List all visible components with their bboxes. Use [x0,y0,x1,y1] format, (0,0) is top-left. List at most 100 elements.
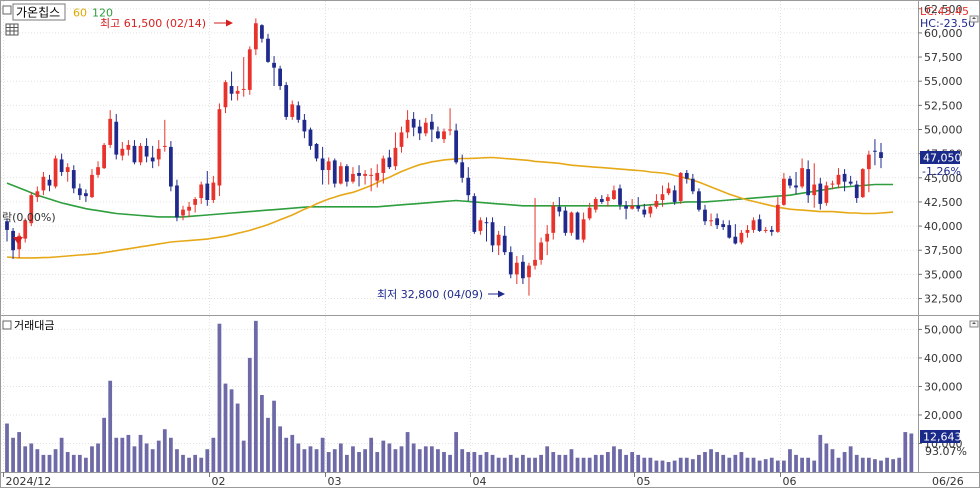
candle-body [533,259,537,266]
volume-bar [745,457,750,472]
volume-bar [721,454,726,472]
volume-bar [903,432,908,472]
candle-body [879,152,883,158]
volume-bar [775,460,780,472]
candle-body [697,191,701,210]
volume-bar [132,446,137,472]
volume-bar [836,457,841,472]
candle-body [466,177,471,196]
candle-body [757,219,762,231]
date-tick-label: 04 [473,475,487,488]
candle-body [660,194,665,200]
volume-bar [260,395,264,472]
volume-bar [563,454,568,472]
candle-body [65,167,70,172]
candle-body [836,174,841,185]
square-menu-icon[interactable] [2,5,12,15]
candle-body [496,234,501,246]
candle-body [260,25,264,39]
candle-body [59,159,64,172]
volume-bar [496,457,501,472]
volume-bar [769,457,774,472]
candle-body [53,158,58,187]
volume-scroll-handle-icon[interactable] [969,320,979,328]
date-axis-ticks: 2024/12 02 03 04 05 06 06/26 [3,472,964,488]
candle-body [472,196,477,232]
volume-bar [472,452,477,472]
volume-bar [660,460,665,472]
candle-body [405,119,410,133]
volume-bar [102,417,106,472]
candle-body [551,205,556,233]
low-annotation: 최저 32,800 (04/09) [377,288,483,301]
volume-bar [557,454,562,472]
candle-body [703,209,707,222]
volume-bar [23,446,28,472]
volume-bar [818,434,823,472]
volume-bar [866,457,871,472]
ma60-line [6,156,894,259]
candle-body [624,205,628,209]
ma120-line [6,182,894,218]
volume-bar [709,449,713,472]
volume-bar [399,446,404,472]
candle-body [132,145,137,163]
volume-bar [193,454,198,472]
candle-body [175,185,179,218]
volume-bar [860,457,865,472]
candle-body [563,210,568,233]
candle-body [448,129,452,131]
candle-body [205,183,210,200]
volume-bar [648,457,653,472]
volume-bar [727,457,732,472]
candle-body [769,229,774,232]
candle-body [775,204,780,232]
volume-bar [345,454,349,472]
volume-tick-label: 30,000 [924,380,963,393]
volume-menu-icon[interactable] [2,320,12,330]
candle-body [575,212,580,240]
volume-bar [253,320,258,472]
candle-body [308,129,313,146]
volume-bar [205,449,210,472]
candle-body [193,199,198,205]
volume-bar [326,452,331,472]
volume-bar [539,454,543,472]
volume-bar [854,454,859,472]
table-grid-icon[interactable] [5,23,19,36]
volume-bar [460,449,465,472]
stock-chart-window: 62,50060,00057,50055,00052,50050,00047,5… [0,0,980,489]
candle-body [278,68,283,87]
candle-body [11,230,15,251]
volume-bar [514,457,519,472]
candle-body [411,118,416,128]
candle-body [860,169,865,198]
candle-body [721,224,726,228]
volume-bar [448,454,452,472]
price-tick-label: 42,500 [924,196,963,209]
candle-body [782,178,786,205]
volume-bar [308,446,313,472]
volume-bar [217,323,222,472]
price-scroll-handle-icon[interactable] [969,15,979,23]
volume-bar [618,449,622,472]
volume-bar [126,434,131,472]
volume-bar [812,460,817,472]
candle-body [156,148,161,160]
volume-tick-label: 40,000 [924,352,963,365]
volume-bar [782,460,786,472]
date-tick-label: 03 [328,475,342,488]
volume-bar [678,457,683,472]
candle-body [162,145,167,147]
volume-bar [17,432,22,472]
candle-body [266,38,270,62]
high-annotation: 최고 61,500 (02/14) [100,17,206,30]
candle-body [320,158,325,171]
candle-body [812,184,817,196]
candle-body [490,222,495,246]
volume-bar [690,459,695,472]
volume-bar [454,432,459,472]
candle-body [442,131,446,140]
candle-body [557,206,562,212]
candlestick-series [5,18,883,296]
